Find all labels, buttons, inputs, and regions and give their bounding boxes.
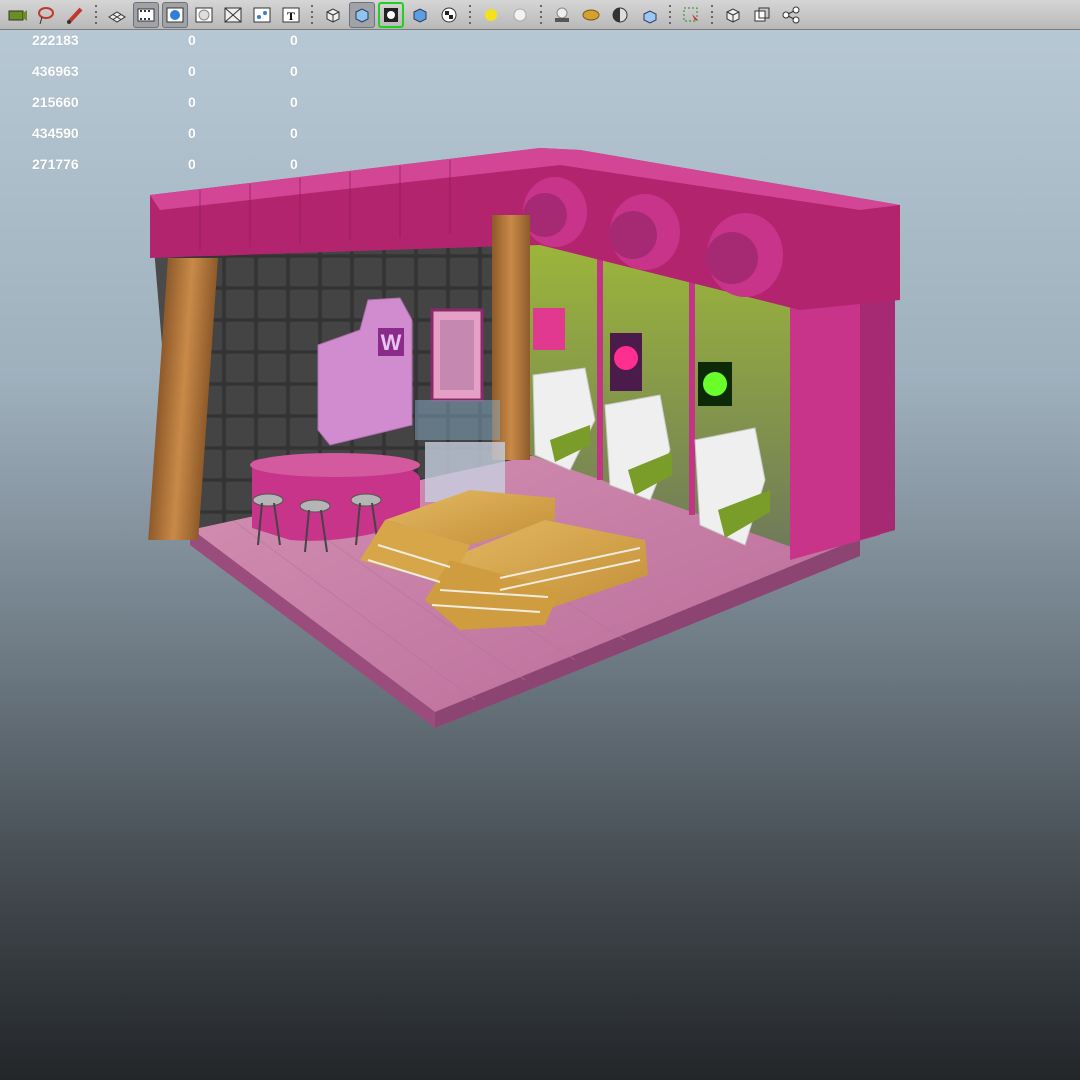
- hud-value-b: 0: [290, 94, 298, 110]
- node-graph-icon[interactable]: [778, 2, 804, 28]
- paint-brush-icon[interactable]: [62, 2, 88, 28]
- toolbar-separator: [468, 4, 472, 26]
- xray-icon[interactable]: [407, 2, 433, 28]
- default-light-icon[interactable]: [507, 2, 533, 28]
- hud-value-a: 0: [188, 63, 196, 79]
- hud-value-a: 0: [188, 32, 196, 48]
- hud-row: 222183 0 0: [0, 32, 320, 52]
- hud-row: 436963 0 0: [0, 63, 320, 83]
- toolbar-separator: [539, 4, 543, 26]
- antialias-icon[interactable]: [636, 2, 662, 28]
- hud-value: 434590: [32, 125, 79, 141]
- hud-row: 215660 0 0: [0, 94, 320, 114]
- motion-blur-icon[interactable]: [607, 2, 633, 28]
- xray-joint-icon[interactable]: [378, 1, 404, 28]
- toolbar-separator: [94, 4, 98, 26]
- svg-text:W: W: [381, 330, 402, 355]
- select-camera-icon[interactable]: [4, 2, 30, 28]
- hud-value: 215660: [32, 94, 79, 110]
- hud-value-b: 0: [290, 125, 298, 141]
- lasso-tool-icon[interactable]: [33, 2, 59, 28]
- text-icon[interactable]: T: [278, 2, 304, 28]
- hud-value: 222183: [32, 32, 79, 48]
- grid-toggle-icon[interactable]: [104, 2, 130, 28]
- wireframe-on-shaded-icon[interactable]: [720, 2, 746, 28]
- toolbar-separator: [310, 4, 314, 26]
- flat-shade-icon[interactable]: [191, 2, 217, 28]
- shadows-icon[interactable]: [549, 2, 575, 28]
- hud-row: 434590 0 0: [0, 125, 320, 145]
- hud-value-b: 0: [290, 156, 298, 172]
- hud-value-a: 0: [188, 94, 196, 110]
- default-material-icon[interactable]: [320, 2, 346, 28]
- hud-value: 271776: [32, 156, 79, 172]
- film-gate-icon[interactable]: [133, 1, 159, 28]
- use-all-lights-icon[interactable]: [478, 2, 504, 28]
- isolate-select-icon[interactable]: [249, 2, 275, 28]
- hud-value-b: 0: [290, 63, 298, 79]
- toolbar-separator: [710, 4, 714, 26]
- hud-value-a: 0: [188, 156, 196, 172]
- textured-icon[interactable]: [349, 1, 375, 28]
- toolbar-separator: [668, 4, 672, 26]
- wireframe-icon[interactable]: [220, 2, 246, 28]
- viewport-panel-toolbar: T: [0, 0, 1080, 30]
- smooth-shade-icon[interactable]: [162, 1, 188, 28]
- backface-culling-icon[interactable]: [749, 2, 775, 28]
- hud-value-b: 0: [290, 32, 298, 48]
- hud-value-a: 0: [188, 125, 196, 141]
- hud-row: 271776 0 0: [0, 156, 320, 176]
- selection-highlight-icon[interactable]: [678, 2, 704, 28]
- checker-icon[interactable]: [436, 2, 462, 28]
- hud-value: 436963: [32, 63, 79, 79]
- svg-text:T: T: [287, 9, 295, 23]
- ambient-occlusion-icon[interactable]: [578, 2, 604, 28]
